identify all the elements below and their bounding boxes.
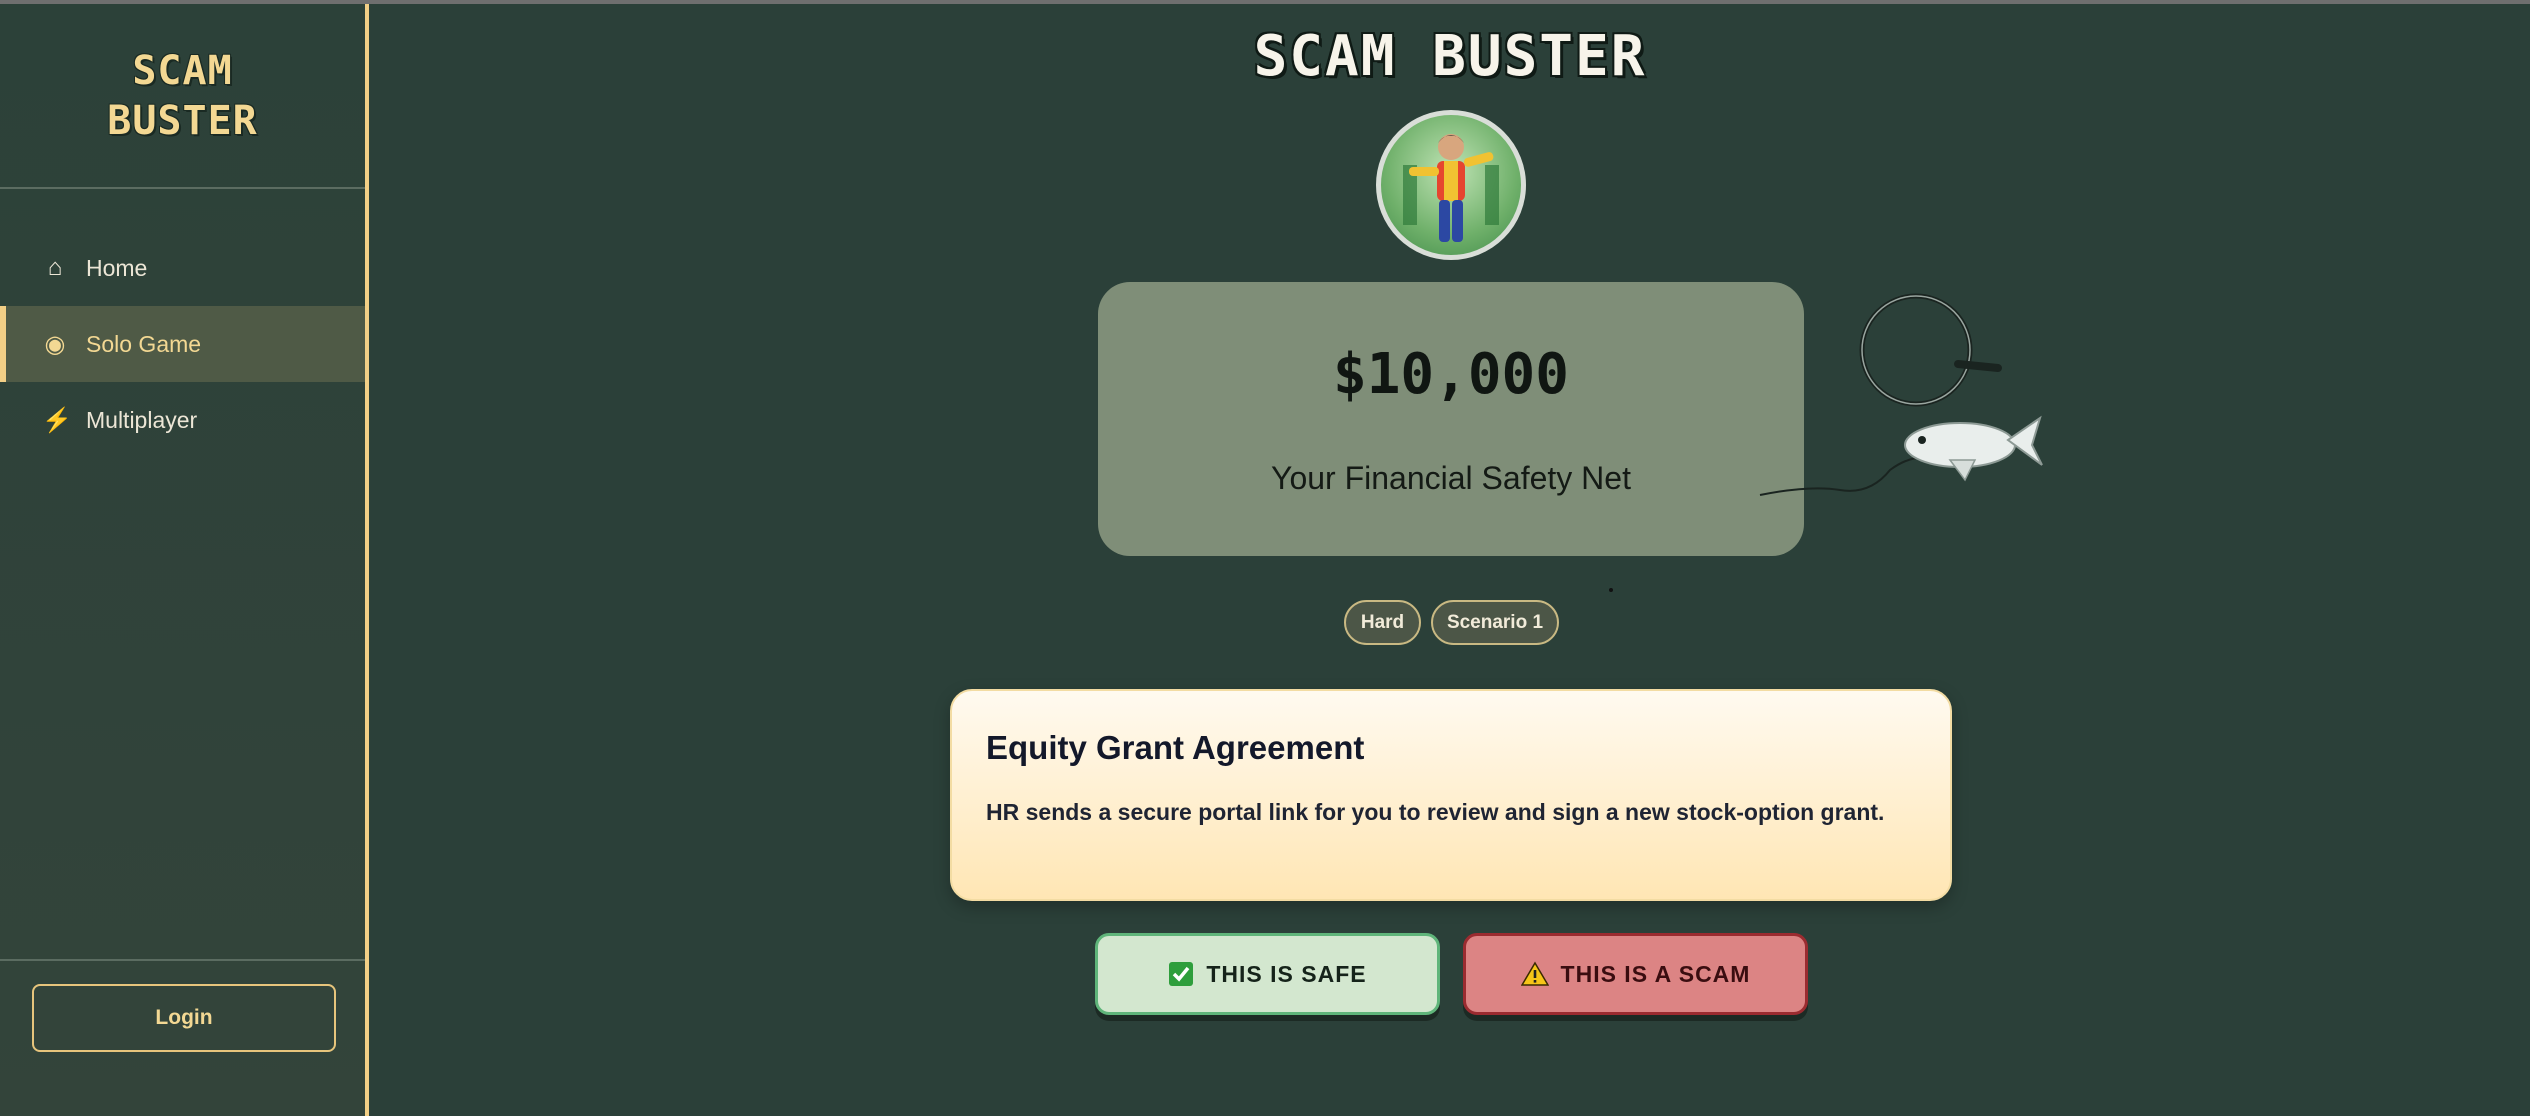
sidebar-logo[interactable]: SCAM BUSTER: [0, 46, 365, 146]
magnifier-fish-illustration: [1759, 293, 2043, 496]
sidebar: SCAM BUSTER ⌂ Home ◉ Solo Game ⚡ Multipl…: [0, 4, 369, 1116]
target-icon: ◉: [44, 330, 66, 358]
lightning-icon: ⚡: [42, 406, 72, 434]
warning-icon: [1520, 961, 1549, 987]
character-icon: [1403, 134, 1499, 242]
scam-button[interactable]: THIS IS A SCAM: [1463, 933, 1808, 1015]
logo-line-2: BUSTER: [107, 98, 258, 144]
dot-marker: [1609, 588, 1613, 592]
safety-net-card: $10,000 Your Financial Safety Net: [1098, 282, 1804, 556]
window-top-border: [0, 0, 2530, 4]
player-avatar: [1376, 110, 1526, 260]
sidebar-item-label: Solo Game: [86, 330, 202, 357]
safe-button-label: THIS IS SAFE: [1206, 960, 1367, 987]
sidebar-item-label: Multiplayer: [86, 406, 198, 433]
checkmark-icon: [1168, 961, 1194, 987]
home-icon: ⌂: [47, 254, 63, 281]
scenario-title: Equity Grant Agreement: [986, 729, 1365, 766]
login-button[interactable]: Login: [32, 984, 336, 1052]
scenario-description: HR sends a secure portal link for you to…: [986, 799, 1885, 825]
scam-button-label: THIS IS A SCAM: [1560, 960, 1751, 987]
page-title: SCAM BUSTER: [1253, 24, 1647, 89]
balance-label: Your Financial Safety Net: [1271, 460, 1631, 496]
sidebar-divider: [0, 187, 365, 189]
safe-button[interactable]: THIS IS SAFE: [1095, 933, 1440, 1015]
scenario-card: Equity Grant Agreement HR sends a secure…: [950, 689, 1952, 901]
difficulty-badge: Hard: [1344, 600, 1421, 645]
sidebar-divider-bottom: [0, 959, 365, 961]
logo-line-1: SCAM: [132, 48, 233, 94]
magnifier-icon: [1859, 293, 2002, 407]
scenario-badge: Scenario 1: [1431, 600, 1559, 645]
sidebar-item-label: Home: [86, 254, 148, 281]
sidebar-item-solo-game[interactable]: ◉ Solo Game: [0, 306, 365, 382]
sidebar-item-home[interactable]: ⌂ Home: [0, 230, 365, 306]
fish-icon: [1904, 415, 2043, 482]
sidebar-item-multiplayer[interactable]: ⚡ Multiplayer: [0, 382, 365, 458]
balance-amount: $10,000: [1332, 342, 1569, 407]
